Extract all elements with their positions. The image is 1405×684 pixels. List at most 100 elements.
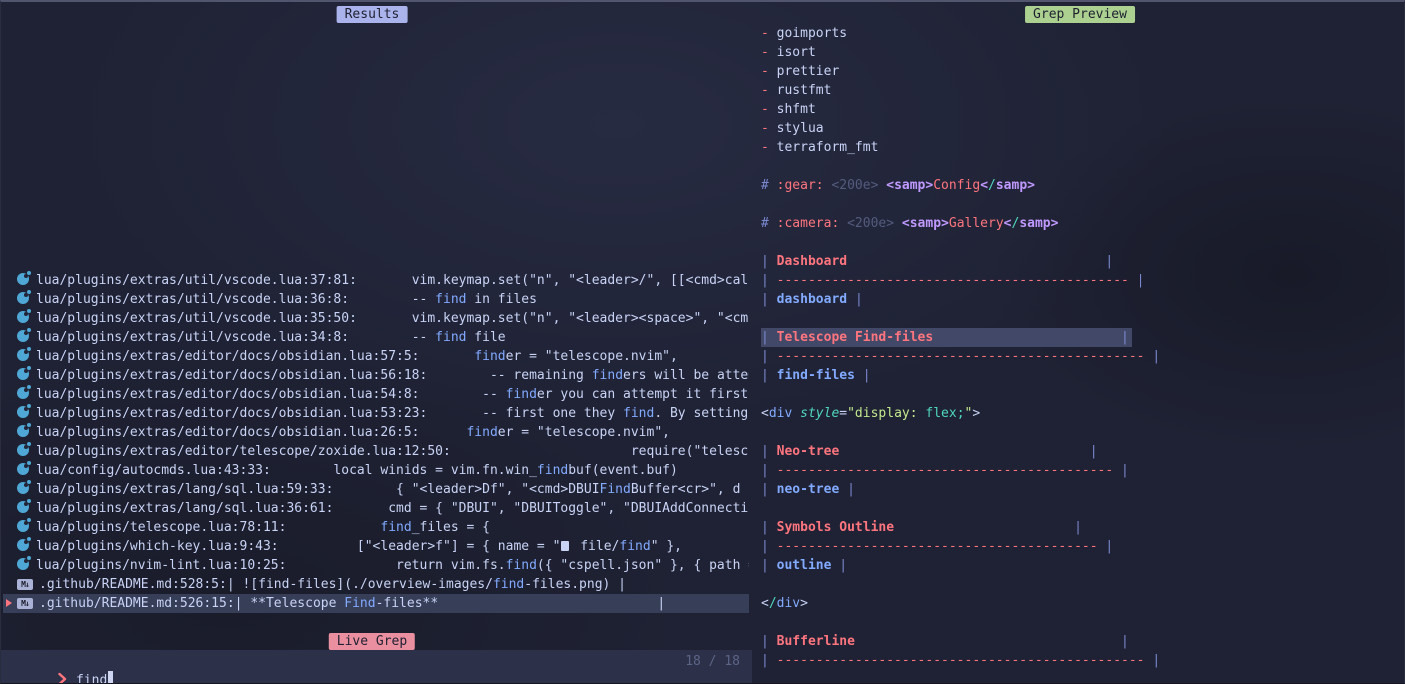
text-segment: | <box>761 558 777 573</box>
preview-line: | Symbols Outline | <box>761 518 1405 537</box>
text-segment: ({ "cspell.json" }, { path = <box>537 558 749 573</box>
preview-line: | Bufferline | <box>761 632 1405 651</box>
preview-line: | outline | <box>761 556 1405 575</box>
text-segment: - <box>761 64 777 79</box>
preview-line: | dashboard | <box>761 290 1405 309</box>
text-segment: | <box>761 368 777 383</box>
file-path: lua/config/autocmds.lua:43:33: <box>36 463 271 478</box>
text-segment: | <box>1145 653 1161 668</box>
caret-spacer <box>3 518 17 537</box>
text-segment: < <box>1004 216 1012 231</box>
search-input[interactable]: find <box>11 652 113 671</box>
preview-line: | --------------------------------------… <box>761 537 1405 556</box>
lua-file-icon <box>17 311 29 323</box>
text-segment <box>933 330 1121 345</box>
text-segment: . By setting <box>654 406 748 421</box>
search-query: find <box>76 673 107 684</box>
result-row[interactable]: M↓.github/README.md:528:5:| ![find-files… <box>3 575 749 594</box>
text-segment: find <box>506 387 537 402</box>
text-segment: <samp> <box>886 178 933 193</box>
text-cursor-icon <box>108 671 113 684</box>
text-segment: <samp> <box>902 216 949 231</box>
result-row[interactable]: lua/plugins/extras/editor/docs/obsidian.… <box>3 347 749 366</box>
text-segment: div <box>777 596 800 611</box>
caret-spacer <box>3 366 17 385</box>
text-segment: | <box>761 539 777 554</box>
prompt-window[interactable]: find 18 / 18 <box>1 650 752 684</box>
text-segment <box>286 520 380 535</box>
text-segment: :gear: <box>777 178 832 193</box>
text-segment: = <box>839 406 847 421</box>
text-segment: er you can attempt it first. <box>537 387 749 402</box>
text-segment: in files <box>466 292 536 307</box>
lua-file-icon <box>17 539 29 551</box>
text-segment: cmd = { "DBUI", "DBUIToggle", "DBUIAddCo… <box>333 501 748 516</box>
text-segment: shfmt <box>777 102 816 117</box>
lua-file-icon <box>17 349 29 361</box>
result-row[interactable]: lua/plugins/nvim-lint.lua:10:25: return … <box>3 556 749 575</box>
text-segment: <200e> <box>831 178 886 193</box>
result-row[interactable]: lua/plugins/extras/lang/sql.lua:36:61: c… <box>3 499 749 518</box>
text-segment: / <box>988 178 996 193</box>
file-path: lua/plugins/which-key.lua:9:43: <box>36 539 279 554</box>
text-segment: | <box>839 558 847 573</box>
result-row[interactable]: lua/plugins/extras/editor/telescope/zoxi… <box>3 442 749 461</box>
lua-file-icon <box>17 273 29 285</box>
text-segment: find <box>506 558 537 573</box>
preview-pane-title: Grep Preview <box>1025 6 1135 23</box>
result-row[interactable]: lua/plugins/extras/editor/docs/obsidian.… <box>3 423 749 442</box>
preview-line-highlighted: | Telescope Find-files | <box>761 328 1132 347</box>
text-segment: - <box>761 102 777 117</box>
result-row[interactable]: lua/plugins/which-key.lua:9:43: ["<leade… <box>3 537 749 556</box>
text-segment: ----------------------------------------… <box>777 349 1145 364</box>
result-row[interactable]: lua/plugins/extras/editor/docs/obsidian.… <box>3 404 749 423</box>
text-segment: - <box>761 45 777 60</box>
result-row[interactable]: lua/plugins/extras/editor/docs/obsidian.… <box>3 366 749 385</box>
result-row[interactable]: lua/config/autocmds.lua:43:33: local win… <box>3 461 749 480</box>
file-path: lua/plugins/extras/lang/sql.lua:36:61: <box>36 501 333 516</box>
preview-line: - goimports <box>761 24 1405 43</box>
caret-spacer <box>3 461 17 480</box>
lua-file-icon <box>17 406 29 418</box>
text-segment: | <box>761 349 777 364</box>
text-segment: Find <box>600 482 631 497</box>
text-segment: | <box>761 463 777 478</box>
result-row[interactable]: lua/plugins/extras/util/vscode.lua:36:8:… <box>3 290 749 309</box>
result-row[interactable]: lua/plugins/extras/util/vscode.lua:34:8:… <box>3 328 749 347</box>
file-path: lua/plugins/extras/util/vscode.lua:37:81… <box>36 273 357 288</box>
text-segment: samp> <box>1019 216 1058 231</box>
result-row[interactable]: lua/plugins/extras/lang/sql.lua:59:33: {… <box>3 480 749 499</box>
file-path: lua/plugins/extras/util/vscode.lua:34:8: <box>36 330 349 345</box>
prompt-pane-title: Live Grep <box>329 633 415 650</box>
markdown-file-icon: M↓ <box>17 598 33 609</box>
text-segment: > <box>800 596 808 611</box>
file-path: lua/plugins/extras/editor/docs/obsidian.… <box>36 387 420 402</box>
result-row[interactable]: M↓.github/README.md:526:15:| **Telescope… <box>3 594 749 613</box>
file-path: lua/plugins/extras/editor/docs/obsidian.… <box>36 349 420 364</box>
text-segment: find <box>466 425 497 440</box>
text-segment: | <box>847 482 855 497</box>
preview-line: - rustfmt <box>761 81 1405 100</box>
result-row[interactable]: lua/plugins/extras/util/vscode.lua:35:50… <box>3 309 749 328</box>
file-path: lua/plugins/extras/util/vscode.lua:35:50… <box>36 311 357 326</box>
text-segment: | <box>761 634 777 649</box>
lua-file-icon <box>17 330 29 342</box>
text-segment: " }, <box>651 539 682 554</box>
preview-line: | neo-tree | <box>761 480 1405 499</box>
text-segment: - <box>761 83 777 98</box>
lua-file-icon <box>17 425 29 437</box>
text-segment: flex; <box>925 406 964 421</box>
text-segment: | <box>761 254 777 269</box>
text-segment: dashboard <box>777 292 847 307</box>
text-segment: ers will be attem <box>623 368 749 383</box>
result-row[interactable]: lua/plugins/extras/util/vscode.lua:37:81… <box>3 271 749 290</box>
result-row[interactable]: lua/plugins/telescope.lua:78:11: find_fi… <box>3 518 749 537</box>
text-segment: local winids = vim.fn.win_ <box>271 463 537 478</box>
lua-file-icon <box>17 387 29 399</box>
text-segment: stylua <box>777 121 824 136</box>
result-row[interactable]: lua/plugins/extras/editor/docs/obsidian.… <box>3 385 749 404</box>
preview-line <box>761 423 1405 442</box>
lua-file-icon <box>17 444 29 456</box>
text-segment: - <box>761 121 777 136</box>
preview-line: | find-files | <box>761 366 1405 385</box>
